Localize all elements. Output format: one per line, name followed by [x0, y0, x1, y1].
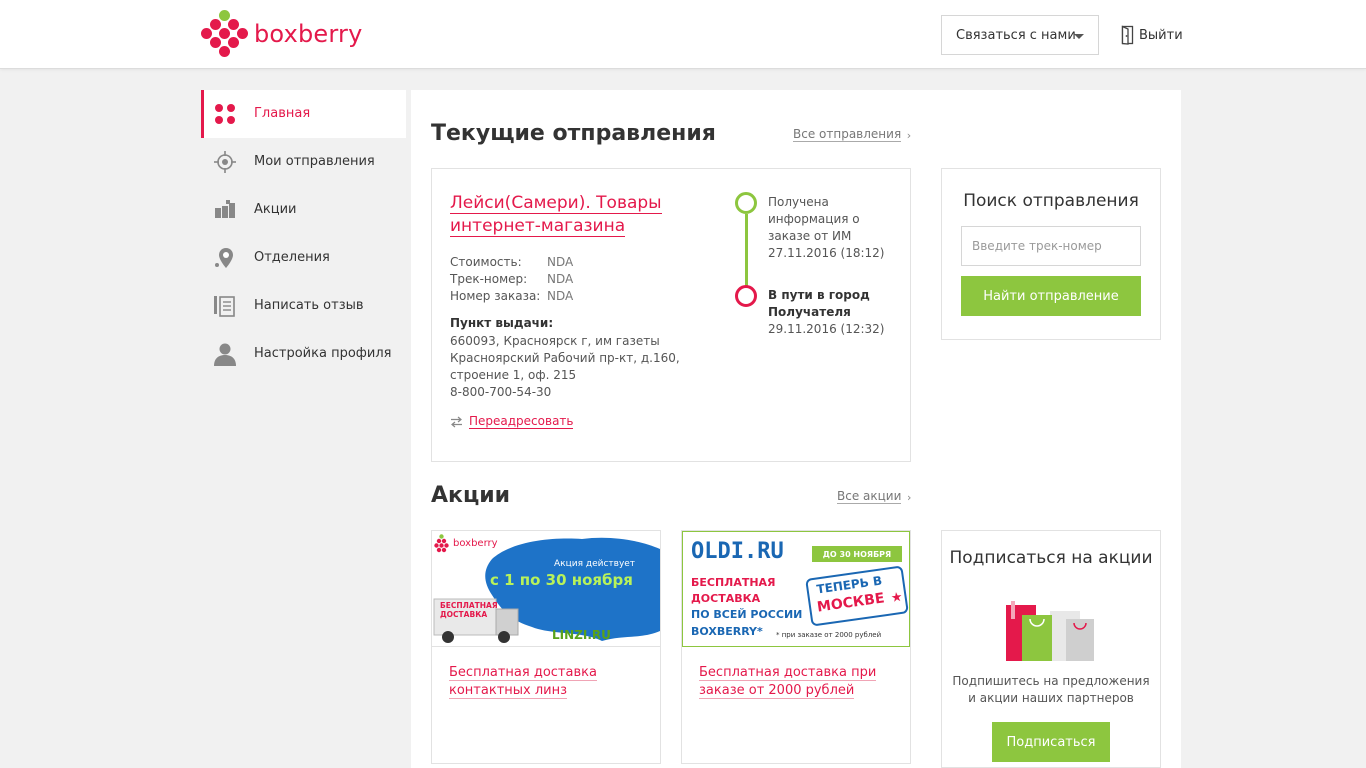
timeline-step-1: Получена информация о заказе от ИМ 27.11… [768, 194, 888, 262]
field-key: Трек-номер: [450, 272, 528, 286]
promo-link[interactable]: Бесплатная доставка контактных линз [449, 664, 639, 700]
sidebar-item-shipments[interactable]: Мои отправления [201, 138, 406, 186]
sidebar-item-label: Написать отзыв [254, 298, 364, 313]
banner-text3: ПО ВСЕЙ РОССИИ [691, 608, 803, 621]
gift-box-icon [215, 200, 235, 218]
pickup-label: Пункт выдачи: [450, 316, 554, 330]
banner-badge: ДО 30 НОЯБРЯ [812, 546, 902, 562]
door-exit-icon [1121, 25, 1134, 45]
map-pin-icon [215, 248, 233, 268]
banner-truck-text1: БЕСПЛАТНАЯ [440, 601, 498, 610]
shipment-field-cost: Стоимость: NDA [450, 255, 573, 269]
subscribe-title: Подписаться на акции [949, 548, 1153, 568]
logo-text: boxberry [254, 20, 363, 48]
shipment-field-order: Номер заказа: NDA [450, 289, 573, 303]
logo-dots-icon [201, 10, 248, 58]
shopping-bags-icon [1006, 601, 1094, 661]
promo-link[interactable]: Бесплатная доставка при заказе от 2000 р… [699, 664, 889, 700]
banner-brand: OLDI.RU [691, 539, 784, 564]
promo-link-text: Бесплатная доставка контактных линз [449, 665, 597, 699]
chevron-right-icon: › [906, 129, 912, 142]
search-title: Поиск отправления [963, 191, 1139, 211]
timeline-dot-done [735, 192, 757, 214]
contact-us-dropdown[interactable]: Связаться с нами [941, 15, 1099, 55]
sidebar-item-label: Настройка профиля [254, 346, 392, 361]
promotions-title: Акции [431, 483, 511, 508]
field-key: Стоимость: [450, 255, 522, 269]
swap-arrows-icon [451, 416, 462, 427]
target-icon [214, 151, 236, 173]
all-shipments-link[interactable]: Все отправления › [793, 127, 911, 142]
banner-stamp: ТЕПЕРЬ В МОСКВЕ ★ [805, 565, 909, 627]
sidebar-item-label: Отделения [254, 250, 330, 265]
subscribe-text: Подпишитесь на предложения и акции наших… [952, 674, 1150, 705]
banner-truck-text2: ДОСТАВКА [440, 610, 488, 619]
search-shipment-card: Поиск отправления Найти отправление [941, 168, 1161, 340]
sidebar: Главная Мои отправления Акции Отделения [201, 90, 406, 378]
shipment-field-track: Трек-номер: NDA [450, 272, 573, 286]
banner-text2: ДОСТАВКА [691, 592, 761, 605]
promo-banner-linzi[interactable]: boxberry Акция действует с 1 по 30 ноябр… [432, 531, 660, 647]
track-number-input[interactable] [961, 226, 1141, 266]
timeline-dot-current [735, 285, 757, 307]
sidebar-item-profile[interactable]: Настройка профиля [201, 330, 406, 378]
shipment-title-text: Лейси(Самери). Товары интернет-магазина [450, 193, 662, 237]
sidebar-item-review[interactable]: Написать отзыв [201, 282, 406, 330]
boxberry-logo[interactable]: boxberry [201, 10, 363, 58]
banner-text4: BOXBERRY* [691, 625, 763, 638]
sidebar-item-label: Мои отправления [254, 154, 375, 169]
sidebar-item-label: Акции [254, 202, 297, 217]
sidebar-item-branches[interactable]: Отделения [201, 234, 406, 282]
chevron-right-icon: › [907, 491, 912, 504]
find-shipment-button[interactable]: Найти отправление [961, 276, 1141, 316]
pickup-address: 660093, Красноярск г, им газеты Краснояр… [450, 333, 680, 401]
subscribe-card: Подписаться на акции Подпишитесь на пред… [941, 530, 1161, 768]
promo-card[interactable]: boxberry Акция действует с 1 по 30 ноябр… [431, 530, 661, 764]
readdress-label: Переадресовать [469, 414, 574, 429]
header: boxberry Связаться с нами Выйти [0, 0, 1366, 69]
timeline-step-text: Получена информация о заказе от ИМ [768, 195, 860, 243]
logout-label: Выйти [1139, 27, 1183, 43]
user-icon [214, 343, 236, 366]
review-icon [214, 296, 235, 317]
promo-link-text: Бесплатная доставка при заказе от 2000 р… [699, 665, 877, 699]
star-icon: ★ [890, 589, 904, 607]
timeline-step-date: 29.11.2016 (12:32) [768, 322, 885, 336]
field-value: NDA [547, 255, 574, 269]
field-key: Номер заказа: [450, 289, 541, 303]
banner-text1: БЕСПЛАТНАЯ [691, 576, 776, 589]
promo-banner-oldi[interactable]: OLDI.RU ДО 30 НОЯБРЯ БЕСПЛАТНАЯ ДОСТАВКА… [682, 531, 910, 647]
dots-grid-icon [215, 104, 235, 124]
shipment-title-link[interactable]: Лейси(Самери). Товары интернет-магазина [450, 192, 710, 238]
field-value: NDA [547, 272, 574, 286]
contact-us-label: Связаться с нами [956, 27, 1076, 43]
all-shipments-label: Все отправления [793, 127, 902, 141]
logout-button[interactable]: Выйти [1121, 25, 1183, 45]
timeline-step-2: В пути в город Получателя 29.11.2016 (12… [768, 287, 888, 338]
subscribe-button[interactable]: Подписаться [992, 722, 1110, 762]
pickup-phone: 8-800-700-54-30 [450, 385, 552, 399]
banner-partner: LINZI.RU [552, 628, 611, 642]
chevron-down-icon [1074, 34, 1084, 39]
sidebar-item-promotions[interactable]: Акции [201, 186, 406, 234]
current-shipments-title: Текущие отправления [431, 121, 716, 146]
readdress-link[interactable]: Переадресовать [450, 414, 574, 429]
timeline-step-date: 27.11.2016 (18:12) [768, 246, 885, 260]
field-value: NDA [547, 289, 574, 303]
pickup-address-text: 660093, Красноярск г, им газеты Краснояр… [450, 334, 680, 382]
sidebar-item-label: Главная [254, 106, 311, 121]
banner-line2: с 1 по 30 ноября [490, 571, 633, 589]
promo-card[interactable]: OLDI.RU ДО 30 НОЯБРЯ БЕСПЛАТНАЯ ДОСТАВКА… [681, 530, 911, 764]
sidebar-item-home[interactable]: Главная [201, 90, 406, 138]
timeline-line [745, 214, 748, 288]
all-promotions-link[interactable]: Все акции › [837, 489, 911, 504]
all-promotions-label: Все акции [837, 489, 902, 503]
banner-line1: Акция действует [554, 559, 636, 569]
banner-brand: boxberry [453, 538, 498, 549]
main-content: Текущие отправления Все отправления › Ле… [411, 90, 1181, 768]
shipment-card: Лейси(Самери). Товары интернет-магазина … [431, 168, 911, 462]
banner-footnote: * при заказе от 2000 рублей [776, 631, 882, 639]
timeline-step-text: В пути в город Получателя [768, 288, 870, 319]
